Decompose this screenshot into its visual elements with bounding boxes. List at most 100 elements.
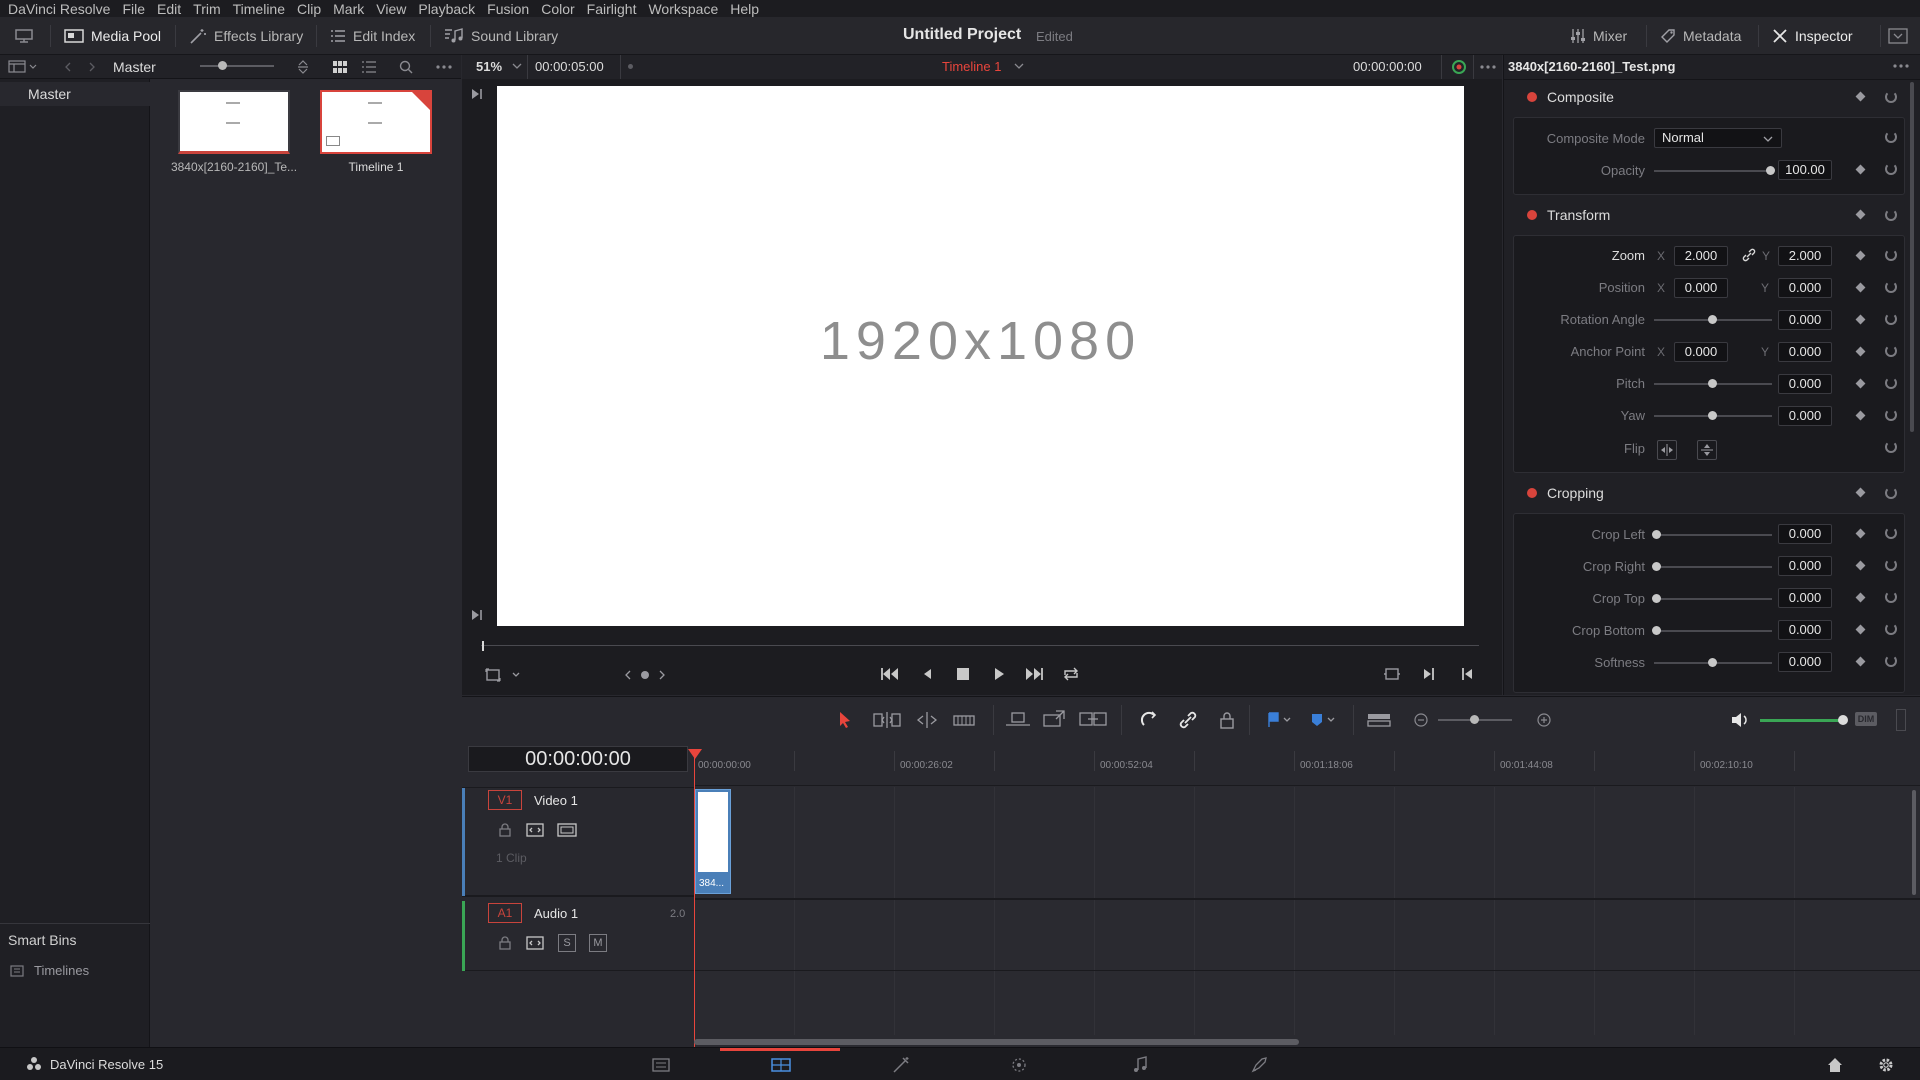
reset-icon[interactable]: [1885, 487, 1897, 499]
timeline-tracks-area[interactable]: [694, 743, 1920, 1047]
color-page-icon[interactable]: [1010, 1056, 1028, 1074]
reset-icon[interactable]: [1885, 209, 1897, 221]
sort-icon[interactable]: [297, 60, 309, 74]
menu-clip[interactable]: Clip: [297, 1, 321, 17]
menu-workspace[interactable]: Workspace: [648, 1, 718, 17]
grid-view-icon[interactable]: [333, 61, 347, 73]
mute-button[interactable]: M: [589, 934, 607, 952]
reset-icon[interactable]: [1885, 163, 1897, 175]
flag-icon[interactable]: [1266, 712, 1294, 728]
gear-icon[interactable]: [1877, 1056, 1895, 1074]
video-track-header[interactable]: V1 Video 1 1 Clip: [462, 787, 694, 897]
edit-page-icon[interactable]: [770, 1057, 792, 1073]
crop-top-slider[interactable]: [1652, 594, 1772, 603]
crop-left-slider[interactable]: [1652, 530, 1772, 539]
bin-item-master[interactable]: Master: [0, 82, 150, 106]
crop-right-slider[interactable]: [1652, 562, 1772, 571]
menu-playback[interactable]: Playback: [418, 1, 475, 17]
menu-color[interactable]: Color: [541, 1, 574, 17]
match-frame-icon[interactable]: [1383, 667, 1401, 681]
metadata-button[interactable]: Metadata: [1660, 17, 1741, 55]
lock-icon[interactable]: [498, 823, 512, 837]
more-options-icon[interactable]: [1893, 64, 1909, 68]
skip-to-end-icon[interactable]: [1024, 666, 1044, 682]
crop-bottom-input[interactable]: 0.000: [1778, 620, 1832, 640]
crop-bottom-slider[interactable]: [1652, 626, 1772, 635]
reset-icon[interactable]: [1885, 131, 1897, 143]
audio-track-id[interactable]: A1: [488, 903, 522, 923]
color-wheel-icon[interactable]: [1450, 59, 1468, 75]
zoom-in-icon[interactable]: [1536, 712, 1552, 728]
dynamic-trim-icon[interactable]: [914, 711, 940, 729]
marker-icon[interactable]: [1310, 712, 1338, 728]
insert-clip-icon[interactable]: [1004, 711, 1032, 729]
crop-top-input[interactable]: 0.000: [1778, 588, 1832, 608]
effects-library-button[interactable]: Effects Library: [189, 17, 303, 55]
flip-vertical-icon[interactable]: [1697, 440, 1717, 460]
home-icon[interactable]: [1826, 1056, 1844, 1074]
reset-icon[interactable]: [1885, 591, 1897, 603]
loop-icon[interactable]: [1062, 666, 1080, 682]
enable-toggle-icon[interactable]: [1527, 92, 1537, 102]
reset-icon[interactable]: [1885, 623, 1897, 635]
rotation-input[interactable]: 0.000: [1778, 310, 1832, 330]
step-back-icon[interactable]: [921, 667, 933, 681]
link-icon[interactable]: [1178, 710, 1198, 730]
deliver-page-icon[interactable]: [1250, 1056, 1268, 1074]
lock-icon[interactable]: [1218, 710, 1236, 730]
more-options-icon[interactable]: [1480, 65, 1496, 69]
mixer-button[interactable]: Mixer: [1570, 17, 1627, 55]
blade-tool-icon[interactable]: [952, 711, 976, 729]
back-forward-icon[interactable]: [62, 60, 98, 74]
selection-tool-icon[interactable]: [838, 711, 852, 729]
composite-mode-select[interactable]: Normal: [1654, 128, 1782, 148]
list-view-icon[interactable]: [362, 61, 376, 73]
reset-icon[interactable]: [1885, 409, 1897, 421]
cropping-header[interactable]: Cropping: [1513, 481, 1903, 505]
yaw-input[interactable]: 0.000: [1778, 406, 1832, 426]
inspector-button[interactable]: Inspector: [1772, 17, 1853, 55]
pitch-slider[interactable]: [1654, 379, 1772, 388]
crop-right-input[interactable]: 0.000: [1778, 556, 1832, 576]
zoom-level[interactable]: 51%: [476, 59, 502, 74]
media-page-icon[interactable]: [651, 1057, 671, 1073]
reset-icon[interactable]: [1885, 655, 1897, 667]
replace-clip-icon[interactable]: [1078, 709, 1108, 729]
go-to-start-icon[interactable]: [471, 88, 483, 100]
timeline-view-options-icon[interactable]: [1366, 711, 1392, 729]
go-to-end-icon[interactable]: [471, 609, 483, 621]
more-options-icon[interactable]: [436, 65, 452, 69]
position-x-input[interactable]: 0.000: [1674, 278, 1728, 298]
reset-icon[interactable]: [1885, 345, 1897, 357]
opacity-slider[interactable]: [1654, 166, 1775, 175]
layout-toggle-icon[interactable]: [14, 17, 34, 55]
reset-icon[interactable]: [1885, 249, 1897, 261]
chevron-down-icon[interactable]: [512, 62, 522, 70]
reset-icon[interactable]: [1885, 377, 1897, 389]
lock-icon[interactable]: [498, 936, 512, 950]
trim-tool-icon[interactable]: [872, 711, 902, 729]
enable-toggle-icon[interactable]: [1527, 210, 1537, 220]
reset-icon[interactable]: [1885, 441, 1897, 453]
playhead-handle[interactable]: [688, 749, 702, 759]
crop-left-input[interactable]: 0.000: [1778, 524, 1832, 544]
thumbnail-size-slider[interactable]: [200, 61, 274, 70]
enable-toggle-icon[interactable]: [1527, 488, 1537, 498]
overwrite-clip-icon[interactable]: [1042, 709, 1068, 729]
edit-index-button[interactable]: Edit Index: [330, 17, 415, 55]
menu-view[interactable]: View: [376, 1, 406, 17]
mark-in-icon[interactable]: [1460, 667, 1474, 681]
zoom-y-input[interactable]: 2.000: [1778, 246, 1832, 266]
link-icon[interactable]: [1742, 248, 1756, 262]
timeline-zoom-slider[interactable]: [1438, 715, 1512, 724]
fairlight-page-icon[interactable]: [1131, 1056, 1149, 1074]
video-track-name[interactable]: Video 1: [534, 793, 578, 808]
menu-help[interactable]: Help: [730, 1, 759, 17]
menu-edit[interactable]: Edit: [157, 1, 181, 17]
video-clip[interactable]: 384...: [695, 789, 731, 894]
flip-horizontal-icon[interactable]: [1657, 440, 1677, 460]
zoom-x-input[interactable]: 2.000: [1674, 246, 1728, 266]
transform-header[interactable]: Transform: [1513, 203, 1903, 227]
scrubber-bar[interactable]: [481, 645, 1479, 646]
softness-input[interactable]: 0.000: [1778, 652, 1832, 672]
